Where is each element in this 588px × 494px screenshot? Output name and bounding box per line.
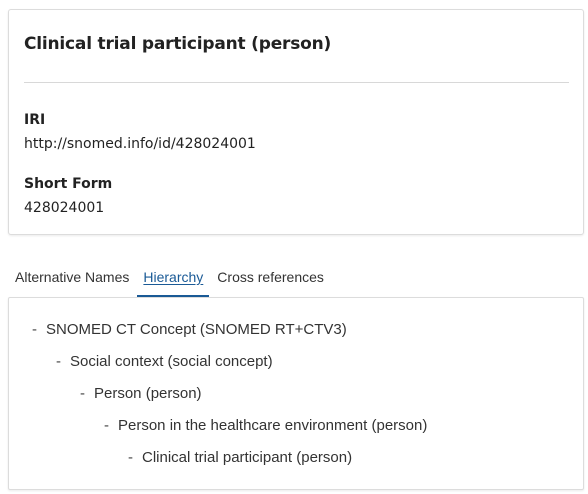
- tree-dash: -: [104, 417, 109, 434]
- hierarchy-item-label: SNOMED CT Concept (SNOMED RT+CTV3): [46, 321, 347, 338]
- hierarchy-item[interactable]: - Person in the healthcare environment (p…: [104, 417, 427, 434]
- tab-hierarchy[interactable]: Hierarchy: [136, 262, 210, 297]
- hierarchy-item-label: Clinical trial participant (person): [142, 449, 353, 466]
- hierarchy-item[interactable]: - Person (person): [80, 385, 202, 402]
- tab-cross-references[interactable]: Cross references: [210, 262, 331, 296]
- tree-dash: -: [32, 321, 37, 338]
- hierarchy-item-label: Person (person): [94, 385, 202, 402]
- entity-title: Clinical trial participant (person): [24, 34, 332, 54]
- iri-value: http://snomed.info/id/428024001: [24, 136, 256, 152]
- iri-label: IRI: [24, 112, 46, 128]
- hierarchy-item[interactable]: - SNOMED CT Concept (SNOMED RT+CTV3): [32, 321, 347, 338]
- hierarchy-item[interactable]: - Social context (social concept): [56, 353, 273, 370]
- tree-dash: -: [128, 449, 133, 466]
- short-form-value: 428024001: [24, 200, 105, 216]
- page: Clinical trial participant (person) IRI …: [0, 0, 588, 494]
- hierarchy-panel: - SNOMED CT Concept (SNOMED RT+CTV3) - Soc…: [8, 297, 584, 490]
- hierarchy-item-label: Person in the healthcare environment (pe…: [118, 417, 428, 434]
- tree-dash: -: [56, 353, 61, 370]
- tab-bar: Alternative Names Hierarchy Cross refere…: [8, 262, 331, 297]
- tab-alternative-names[interactable]: Alternative Names: [8, 262, 136, 296]
- title-divider: [24, 82, 569, 83]
- short-form-label: Short Form: [24, 176, 113, 192]
- hierarchy-item-current[interactable]: - Clinical trial participant (person): [128, 449, 352, 466]
- hierarchy-item-label: Social context (social concept): [70, 353, 273, 370]
- entity-card: Clinical trial participant (person) IRI …: [8, 9, 584, 235]
- tree-dash: -: [80, 385, 85, 402]
